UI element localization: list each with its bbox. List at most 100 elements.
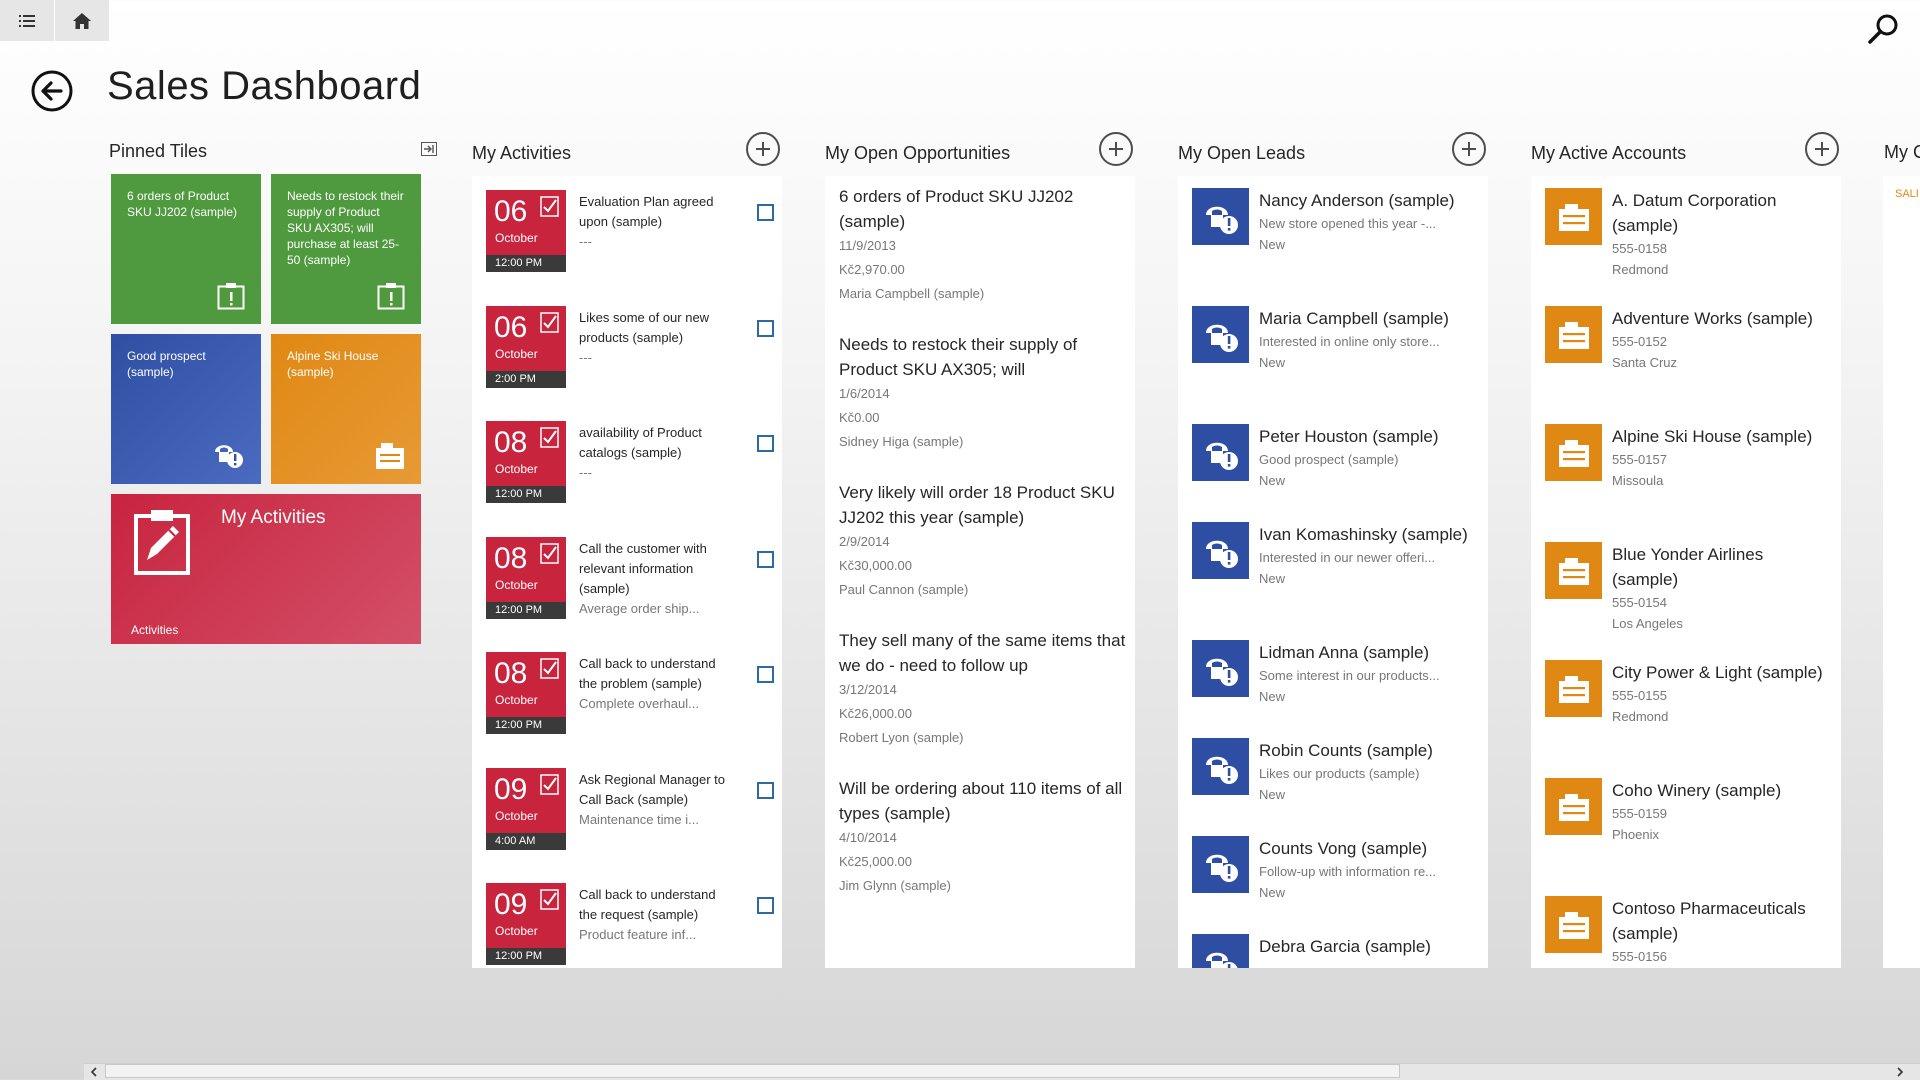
lead-item[interactable]: Counts Vong (sample) Follow-up with infor… bbox=[1192, 836, 1482, 936]
list-view-button[interactable] bbox=[0, 0, 55, 41]
account-phone: 555-0155 bbox=[1612, 688, 1667, 703]
account-city: Phoenix bbox=[1612, 827, 1659, 842]
activity-title: Call back to understand the request (sam… bbox=[579, 887, 716, 922]
activity-complete-checkbox[interactable] bbox=[757, 666, 774, 683]
scrollbar-thumb[interactable] bbox=[105, 1064, 1400, 1078]
lead-text: Maria Campbell (sample) Interested in onl… bbox=[1259, 306, 1474, 373]
search-button[interactable] bbox=[1866, 12, 1902, 48]
lead-text: Counts Vong (sample) Follow-up with infor… bbox=[1259, 836, 1474, 903]
activity-complete-checkbox[interactable] bbox=[757, 319, 774, 337]
account-item[interactable]: City Power & Light (sample) 555-0155 Redmo… bbox=[1545, 660, 1835, 760]
lead-status: New bbox=[1259, 787, 1286, 802]
lead-phone-icon bbox=[1205, 854, 1238, 882]
activity-complete-checkbox[interactable] bbox=[757, 435, 774, 452]
activity-item[interactable]: 08 October 12:00 PM Call the customer with … bbox=[486, 536, 776, 619]
lead-item[interactable]: Nancy Anderson (sample) New store opened … bbox=[1192, 188, 1482, 288]
plus-icon bbox=[756, 142, 770, 156]
lead-item[interactable]: Ivan Komashinsky (sample) Interested in o… bbox=[1192, 522, 1482, 622]
add-account-button[interactable] bbox=[1805, 132, 1839, 166]
account-icon-tile bbox=[1545, 306, 1602, 363]
lead-name: Peter Houston (sample) bbox=[1259, 427, 1439, 446]
lead-icon-tile bbox=[1192, 424, 1249, 481]
activity-text: Call back to understand the request (sam… bbox=[579, 885, 729, 945]
activity-check-icon bbox=[540, 427, 559, 448]
chevron-left-icon bbox=[90, 1066, 97, 1077]
activity-complete-checkbox[interactable] bbox=[757, 550, 774, 568]
activity-title: availability of Product catalogs (sample… bbox=[579, 425, 702, 460]
add-opportunity-button[interactable] bbox=[1099, 132, 1133, 166]
account-icon bbox=[1558, 439, 1589, 467]
account-icon bbox=[376, 443, 404, 469]
add-activity-button[interactable] bbox=[746, 132, 780, 166]
pinned-tile-my-activities[interactable]: My Activities Activities bbox=[111, 494, 421, 644]
lead-item[interactable]: Robin Counts (sample) Likes our products … bbox=[1192, 738, 1482, 838]
pinned-tile-opportunity-1[interactable]: 6 orders of Product SKU JJ202 (sample) bbox=[111, 174, 261, 324]
pinned-tile-opportunity-2[interactable]: Needs to restock their supply of Product… bbox=[271, 174, 421, 324]
activity-item[interactable]: 06 October 2:00 PM Likes some of our new pr… bbox=[486, 305, 776, 388]
account-item[interactable]: A. Datum Corporation (sample) 555-0158 Red… bbox=[1545, 188, 1835, 288]
list-icon bbox=[19, 14, 35, 27]
add-lead-button[interactable] bbox=[1452, 132, 1486, 166]
account-item[interactable]: Alpine Ski House (sample) 555-0157 Missoul… bbox=[1545, 424, 1835, 524]
activity-time: 12:00 PM bbox=[486, 486, 566, 503]
home-button[interactable] bbox=[55, 0, 110, 41]
opportunity-close-date: 11/9/2013 bbox=[839, 238, 896, 253]
account-name: A. Datum Corporation (sample) bbox=[1612, 191, 1777, 235]
activity-complete-checkbox[interactable] bbox=[757, 204, 774, 221]
account-item[interactable]: Contoso Pharmaceuticals (sample) 555-0156… bbox=[1545, 896, 1835, 968]
activity-item[interactable]: 09 October 12:00 PM Call back to understand… bbox=[486, 883, 776, 965]
account-phone: 555-0154 bbox=[1612, 595, 1667, 610]
scroll-left-button[interactable] bbox=[84, 1063, 104, 1080]
account-city: Redmond bbox=[1612, 967, 1827, 968]
opportunity-item[interactable]: Very likely will order 18 Product SKU JJ… bbox=[839, 480, 1129, 602]
opportunity-item[interactable]: They sell many of the same items that we… bbox=[839, 628, 1129, 750]
pinned-tile-account[interactable]: Alpine Ski House (sample) bbox=[271, 334, 421, 484]
lead-status: New bbox=[1259, 689, 1286, 704]
activity-month: October bbox=[495, 577, 538, 592]
account-name: Alpine Ski House (sample) bbox=[1612, 427, 1813, 446]
account-city: Redmond bbox=[1612, 709, 1669, 724]
activity-text: Call the customer with relevant informat… bbox=[579, 539, 729, 619]
opportunity-item[interactable]: Needs to restock their supply of Product… bbox=[839, 332, 1129, 454]
back-button[interactable] bbox=[31, 70, 73, 112]
activity-subtitle: --- bbox=[579, 234, 592, 249]
opportunity-amount: Kč2,970.00 bbox=[839, 262, 905, 277]
lead-item[interactable]: Debra Garcia (sample) bbox=[1192, 934, 1482, 968]
lead-item[interactable]: Peter Houston (sample) Good prospect (sam… bbox=[1192, 424, 1482, 524]
opportunity-title: Needs to restock their supply of Product… bbox=[839, 335, 1078, 379]
account-item[interactable]: Adventure Works (sample) 555-0152 Santa Cr… bbox=[1545, 306, 1835, 406]
lead-status: New bbox=[1259, 885, 1286, 900]
lead-icon-tile bbox=[1192, 306, 1249, 363]
opportunity-item[interactable]: Will be ordering about 110 items of all … bbox=[839, 776, 1129, 898]
activity-title: Likes some of our new products (sample) bbox=[579, 309, 710, 345]
account-item[interactable]: Coho Winery (sample) 555-0159 Phoenix bbox=[1545, 778, 1835, 878]
activity-month: October bbox=[495, 693, 538, 707]
activity-complete-checkbox[interactable] bbox=[757, 781, 774, 799]
activity-time: 4:00 AM bbox=[486, 832, 566, 850]
activity-date-block: 09 October 4:00 AM bbox=[486, 767, 566, 850]
account-icon-tile bbox=[1545, 896, 1602, 953]
account-phone: 555-0159 bbox=[1612, 806, 1667, 821]
activity-complete-checkbox[interactable] bbox=[757, 897, 774, 914]
home-icon bbox=[73, 12, 91, 29]
activity-date-block: 08 October 12:00 PM bbox=[486, 652, 566, 734]
page-title: Sales Dashboard bbox=[107, 64, 422, 108]
lead-item[interactable]: Maria Campbell (sample) Interested in onl… bbox=[1192, 306, 1482, 406]
account-text: Blue Yonder Airlines (sample) 555-0154 Los… bbox=[1612, 542, 1827, 634]
activity-item[interactable]: 09 October 4:00 AM Ask Regional Manager to … bbox=[486, 767, 776, 850]
lead-text: Debra Garcia (sample) bbox=[1259, 934, 1474, 959]
opportunity-amount: Kč26,000.00 bbox=[839, 706, 913, 721]
activity-month: October bbox=[495, 346, 538, 361]
lead-icon-tile bbox=[1192, 934, 1249, 968]
pinned-tile-lead[interactable]: Good prospect (sample) bbox=[111, 334, 261, 484]
account-item[interactable]: Blue Yonder Airlines (sample) 555-0154 Los… bbox=[1545, 542, 1835, 642]
activity-item[interactable]: 06 October 12:00 PM Evaluation Plan agreed … bbox=[486, 190, 776, 272]
account-icon bbox=[1558, 321, 1589, 349]
account-phone: 555-0157 bbox=[1612, 452, 1667, 467]
unpin-button[interactable] bbox=[421, 142, 437, 156]
activity-item[interactable]: 08 October 12:00 PM Call back to understand… bbox=[486, 652, 776, 734]
activity-item[interactable]: 08 October 12:00 PM availability of Product… bbox=[486, 421, 776, 503]
scroll-right-button[interactable] bbox=[1890, 1063, 1910, 1080]
lead-item[interactable]: Lidman Anna (sample) Some interest in our… bbox=[1192, 640, 1482, 740]
opportunity-item[interactable]: 6 orders of Product SKU JJ202 (sample) 11… bbox=[839, 184, 1129, 306]
